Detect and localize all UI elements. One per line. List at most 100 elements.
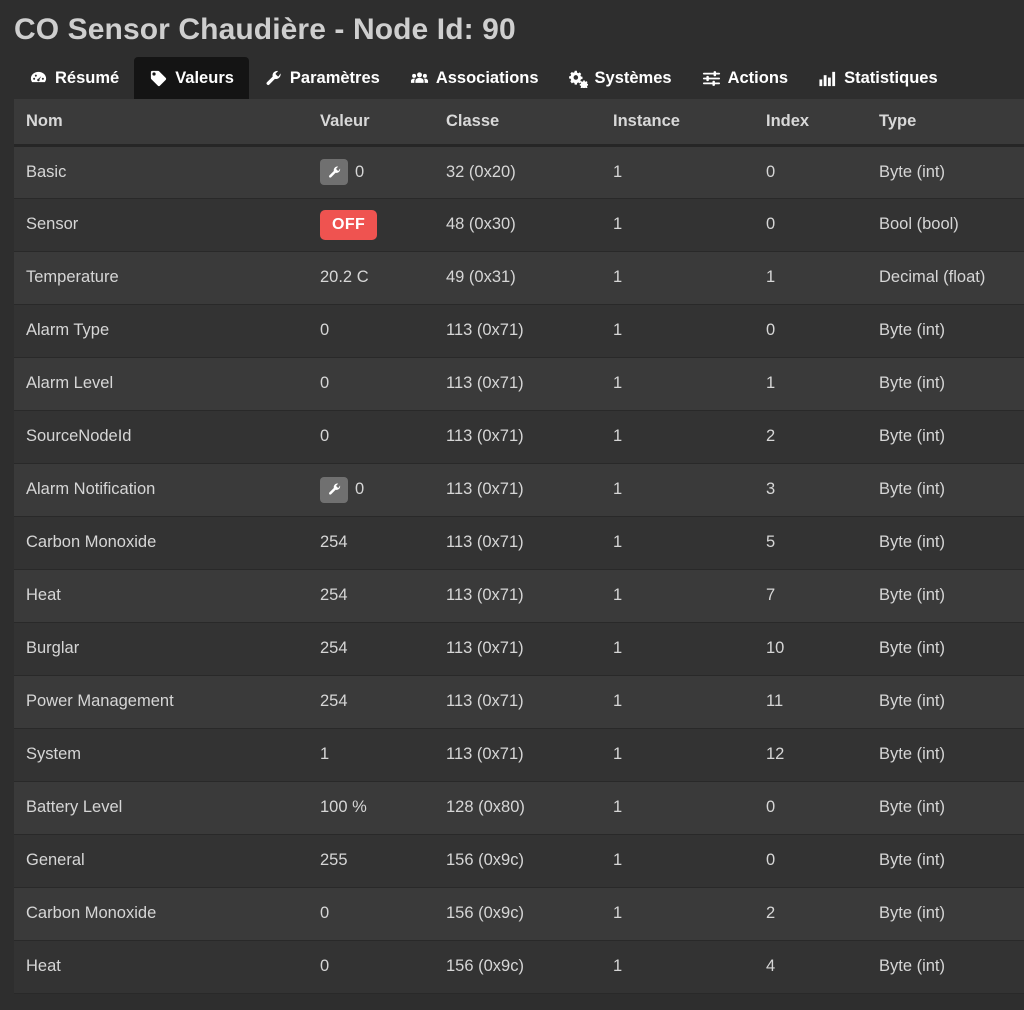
cell-nom: Heat <box>14 940 308 994</box>
column-header-classe[interactable]: Classe <box>434 99 601 147</box>
table-row[interactable]: Carbon Monoxide 254 113 (0x71) 1 5 Byte (int) <box>14 516 1024 570</box>
tab-associations[interactable]: Associations <box>395 57 554 99</box>
value-widget: 255 <box>320 851 434 870</box>
cell-nom: Burglar <box>14 622 308 676</box>
table-row[interactable]: Heat 0 156 (0x9c) 1 4 Byte (int) <box>14 940 1024 994</box>
tab-label: Statistiques <box>844 68 938 87</box>
tab-actions[interactable]: Actions <box>687 57 804 99</box>
cell-classe: 113 (0x71) <box>434 304 601 358</box>
column-header-valeur[interactable]: Valeur <box>308 99 434 147</box>
value-widget: 20.2 C <box>320 268 434 287</box>
bar-chart-icon <box>818 69 837 88</box>
table-row[interactable]: Alarm Type 0 113 (0x71) 1 0 Byte (int) <box>14 304 1024 358</box>
column-header-instance[interactable]: Instance <box>601 99 754 147</box>
cell-instance: 1 <box>601 198 754 252</box>
table-row[interactable]: Power Management 254 113 (0x71) 1 11 Byte (in… <box>14 675 1024 729</box>
value-text: 254 <box>320 533 348 551</box>
value-text: 255 <box>320 851 348 869</box>
cell-nom: System <box>14 728 308 782</box>
tab-label: Paramètres <box>289 68 380 87</box>
cell-index: 10 <box>754 622 867 676</box>
column-header-index[interactable]: Index <box>754 99 867 147</box>
cell-type: Byte (int) <box>867 781 1024 835</box>
wrench-icon-button[interactable] <box>320 476 348 503</box>
cell-classe: 113 (0x71) <box>434 569 601 623</box>
cell-nom: Basic <box>14 145 308 199</box>
value-text: 20.2 C <box>320 268 369 286</box>
cell-instance: 1 <box>601 251 754 305</box>
cell-index: 0 <box>754 198 867 252</box>
cell-valeur: 254 <box>308 516 434 570</box>
value-text: 0 <box>355 480 365 498</box>
tab-label: Systèmes <box>594 68 672 87</box>
table-row[interactable]: Carbon Monoxide 0 156 (0x9c) 1 2 Byte (int) <box>14 887 1024 941</box>
value-text: 0 <box>320 427 330 445</box>
value-widget: 1 <box>320 745 434 764</box>
cell-valeur: 254 <box>308 622 434 676</box>
table-row[interactable]: Temperature 20.2 C 49 (0x31) 1 1 Decimal (flo… <box>14 251 1024 305</box>
cell-instance: 1 <box>601 887 754 941</box>
cell-valeur: OFF <box>308 198 434 252</box>
wrench-icon <box>327 482 342 497</box>
cogs-icon <box>568 69 588 88</box>
table-row[interactable]: System 1 113 (0x71) 1 12 Byte (int) <box>14 728 1024 782</box>
tachometer-icon <box>29 69 48 88</box>
cell-valeur: 254 <box>308 675 434 729</box>
cell-index: 5 <box>754 516 867 570</box>
status-badge[interactable]: OFF <box>320 209 378 240</box>
cell-classe: 49 (0x31) <box>434 251 601 305</box>
table-row[interactable]: Heat 254 113 (0x71) 1 7 Byte (int) <box>14 569 1024 623</box>
cell-instance: 1 <box>601 357 754 411</box>
tab-r-sum-[interactable]: Résumé <box>14 57 134 99</box>
cell-instance: 1 <box>601 728 754 782</box>
value-widget: 254 <box>320 639 434 658</box>
cell-instance: 1 <box>601 516 754 570</box>
tab-statistiques[interactable]: Statistiques <box>803 57 953 99</box>
tab-syst-mes[interactable]: Systèmes <box>554 57 687 99</box>
cell-type: Byte (int) <box>867 304 1024 358</box>
users-icon <box>410 69 429 88</box>
tab-valeurs[interactable]: Valeurs <box>134 57 249 99</box>
table-row[interactable]: Basic 0 32 (0x20) 1 0 Byte (int) <box>14 145 1024 199</box>
cell-type: Byte (int) <box>867 940 1024 994</box>
value-text: 254 <box>320 639 348 657</box>
table-row[interactable]: General 255 156 (0x9c) 1 0 Byte (int) <box>14 834 1024 888</box>
sliders-icon <box>702 69 721 88</box>
table-row[interactable]: Alarm Level 0 113 (0x71) 1 1 Byte (int) <box>14 357 1024 411</box>
cell-classe: 113 (0x71) <box>434 410 601 464</box>
table-row[interactable]: Battery Level 100 % 128 (0x80) 1 0 Byte (int) <box>14 781 1024 835</box>
value-widget: 254 <box>320 586 434 605</box>
cell-valeur: 0 <box>308 145 434 199</box>
value-text: 1 <box>320 745 330 763</box>
column-header-type[interactable]: Type <box>867 99 1024 147</box>
column-header-nom[interactable]: Nom <box>14 99 308 147</box>
table-row[interactable]: Alarm Notification 0 113 (0x71) 1 3 Byte (int… <box>14 463 1024 517</box>
cell-type: Byte (int) <box>867 569 1024 623</box>
cell-nom: SourceNodeId <box>14 410 308 464</box>
values-table-head: Nom Valeur Classe Instance Index Type <box>14 99 1024 147</box>
cell-type: Byte (int) <box>867 145 1024 199</box>
table-row[interactable]: SourceNodeId 0 113 (0x71) 1 2 Byte (int) <box>14 410 1024 464</box>
table-row[interactable]: Burglar 254 113 (0x71) 1 10 Byte (int) <box>14 622 1024 676</box>
table-row[interactable]: Sensor OFF 48 (0x30) 1 0 Bool (bool) <box>14 198 1024 252</box>
cell-nom: Temperature <box>14 251 308 305</box>
cell-type: Byte (int) <box>867 728 1024 782</box>
cell-nom: Heat <box>14 569 308 623</box>
value-widget: 0 <box>320 957 434 976</box>
table-header-row: Nom Valeur Classe Instance Index Type <box>14 99 1024 147</box>
cell-instance: 1 <box>601 463 754 517</box>
values-table-container: Nom Valeur Classe Instance Index Type Basic 0 3… <box>14 99 1024 994</box>
tab-param-tres[interactable]: Paramètres <box>249 57 395 99</box>
cell-valeur: 1 <box>308 728 434 782</box>
cell-type: Decimal (float) <box>867 251 1024 305</box>
cell-index: 1 <box>754 251 867 305</box>
cell-index: 3 <box>754 463 867 517</box>
cell-classe: 156 (0x9c) <box>434 887 601 941</box>
value-widget: 0 <box>320 321 434 340</box>
wrench-icon <box>327 165 342 180</box>
cell-valeur: 0 <box>308 410 434 464</box>
cell-instance: 1 <box>601 675 754 729</box>
wrench-icon-button[interactable] <box>320 159 348 185</box>
value-widget: 0 <box>320 904 434 923</box>
cell-classe: 113 (0x71) <box>434 675 601 729</box>
